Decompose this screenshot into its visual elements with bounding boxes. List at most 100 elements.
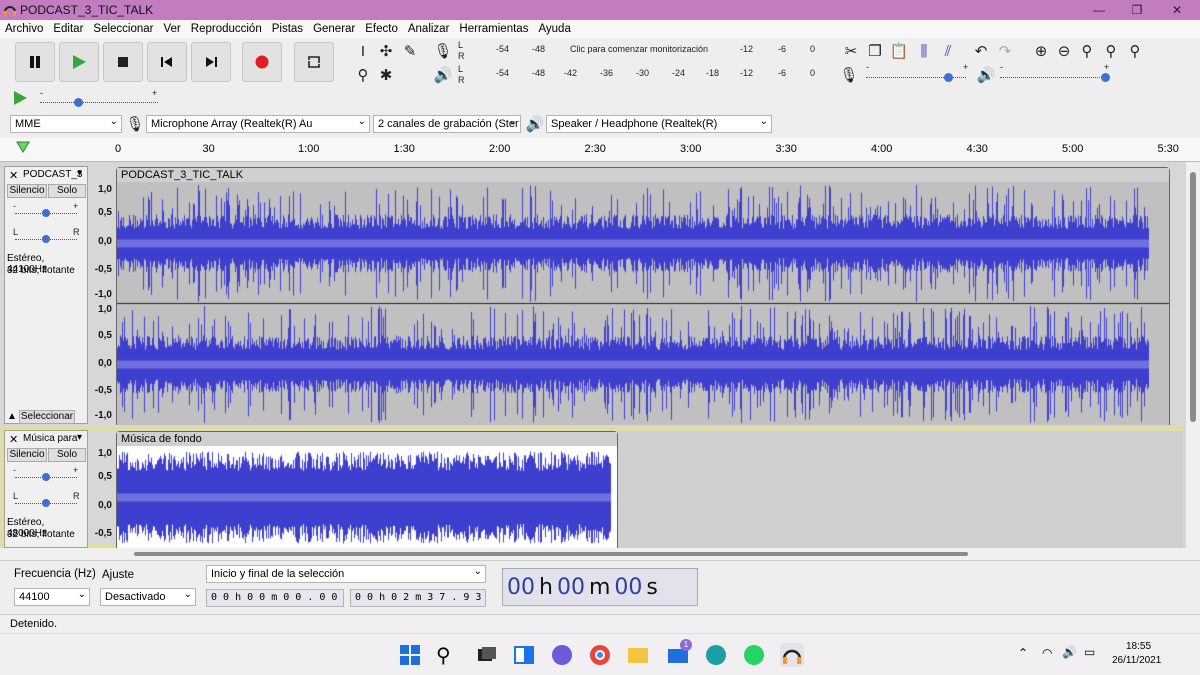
paste-icon[interactable]: 📋 bbox=[888, 40, 910, 62]
zoom-toggle-icon[interactable]: ⚲ bbox=[1124, 40, 1146, 62]
selection-mode-select[interactable]: Inicio y final de la selección ⌄ bbox=[206, 565, 486, 583]
menu-pistas[interactable]: Pistas bbox=[267, 23, 308, 35]
timeline-options-icon[interactable] bbox=[16, 141, 30, 156]
menu-ayuda[interactable]: Ayuda bbox=[533, 23, 575, 35]
fit-selection-icon[interactable]: ⚲ bbox=[1076, 40, 1098, 62]
collapse-icon[interactable]: ▲ bbox=[7, 411, 17, 422]
track-close-icon[interactable]: ✕ bbox=[9, 433, 18, 446]
selection-start-field[interactable]: 0 0 h 0 0 m 0 0 . 0 0 0 s bbox=[206, 589, 344, 607]
cut-icon[interactable]: ✂ bbox=[840, 40, 862, 62]
music-clip[interactable]: Música de fondo bbox=[116, 431, 618, 548]
track-name-menu[interactable]: PODCAST_3 bbox=[23, 169, 82, 180]
channels-select[interactable]: 2 canales de grabación (Ster ⌄ bbox=[373, 115, 521, 133]
pan-thumb[interactable] bbox=[42, 235, 50, 243]
gain-thumb[interactable] bbox=[42, 473, 50, 481]
selection-tool-icon[interactable]: I bbox=[352, 40, 374, 62]
horizontal-scroll-thumb[interactable] bbox=[134, 552, 968, 556]
battery-icon[interactable]: ▭ bbox=[1084, 645, 1095, 659]
music-waveform[interactable] bbox=[117, 447, 617, 548]
chevron-up-icon[interactable]: ⌃ bbox=[1018, 646, 1028, 660]
taskbar-time[interactable]: 18:55 bbox=[1126, 641, 1151, 652]
multi-tool-icon[interactable]: ✱ bbox=[375, 64, 397, 86]
gain-thumb[interactable] bbox=[42, 209, 50, 217]
copy-icon[interactable]: ❐ bbox=[864, 40, 886, 62]
search-icon[interactable]: ⚲ bbox=[436, 643, 460, 667]
skip-end-button[interactable] bbox=[191, 42, 231, 82]
whatsapp-icon[interactable] bbox=[742, 643, 766, 667]
stop-button[interactable] bbox=[103, 42, 143, 82]
undo-icon[interactable]: ↶ bbox=[970, 40, 992, 62]
zoom-tool-icon[interactable]: ⚲ bbox=[352, 64, 374, 86]
play-at-speed-button[interactable] bbox=[12, 90, 28, 109]
play-speed-slider[interactable] bbox=[40, 102, 158, 103]
record-meter[interactable]: -54 -48 Clic para comenzar monitorizació… bbox=[466, 43, 822, 59]
vertical-scrollbar[interactable] bbox=[1187, 162, 1200, 548]
track-menu-arrow-icon[interactable]: ▾ bbox=[77, 432, 82, 443]
track-2-vertical-scale[interactable]: 1,0 0,5 0,0 -0,5 bbox=[89, 444, 116, 548]
podcast-clip[interactable]: PODCAST_3_TIC_TALK bbox=[116, 167, 1170, 425]
select-track-button[interactable]: Seleccionar bbox=[19, 410, 75, 424]
loop-button[interactable] bbox=[294, 42, 334, 82]
podcast-waveform[interactable] bbox=[117, 183, 1169, 425]
track-close-icon[interactable]: ✕ bbox=[9, 169, 18, 182]
close-button[interactable]: ✕ bbox=[1160, 0, 1194, 20]
chrome-icon[interactable] bbox=[588, 643, 612, 667]
timeline-ruler[interactable]: 0 30 1:00 1:30 2:00 2:30 3:00 3:30 4:00 4:30 5:00 5… bbox=[0, 138, 1200, 162]
selection-end-field[interactable]: 0 0 h 0 2 m 3 7 . 9 3 3 s bbox=[350, 589, 486, 607]
recording-volume-thumb[interactable] bbox=[944, 73, 953, 82]
menu-editar[interactable]: Editar bbox=[48, 23, 88, 35]
windows-start-icon[interactable] bbox=[398, 643, 422, 667]
snap-select[interactable]: Desactivado ⌄ bbox=[100, 588, 196, 606]
playback-meter[interactable]: -54 -48 -42 -36 -30 -24 -18 -12 -6 0 bbox=[466, 67, 822, 83]
menu-seleccionar[interactable]: Seleccionar bbox=[88, 23, 158, 35]
playback-volume-thumb[interactable] bbox=[1101, 73, 1110, 82]
menu-herramientas[interactable]: Herramientas bbox=[454, 23, 533, 35]
audio-host-select[interactable]: MME ⌄ bbox=[10, 115, 122, 133]
edge-icon[interactable] bbox=[704, 643, 728, 667]
playback-volume-slider[interactable] bbox=[1000, 77, 1108, 78]
fit-project-icon[interactable]: ⚲ bbox=[1100, 40, 1122, 62]
play-speed-thumb[interactable] bbox=[74, 98, 83, 107]
silence-icon[interactable]: ⫽ bbox=[937, 40, 959, 62]
recording-device-select[interactable]: Microphone Array (Realtek(R) Au ⌄ bbox=[146, 115, 370, 133]
menu-efecto[interactable]: Efecto bbox=[360, 23, 403, 35]
envelope-tool-icon[interactable]: ✣ bbox=[375, 40, 397, 62]
record-button[interactable] bbox=[242, 42, 282, 82]
solo-button[interactable]: Solo bbox=[48, 448, 86, 462]
record-meter-mic-icon[interactable]: 🎙 bbox=[432, 40, 454, 62]
track-name-menu[interactable]: Música para bbox=[23, 433, 77, 444]
playback-device-select[interactable]: Speaker / Headphone (Realtek(R) ⌄ bbox=[546, 115, 772, 133]
zoom-out-icon[interactable]: ⊖ bbox=[1053, 40, 1075, 62]
menu-generar[interactable]: Generar bbox=[308, 23, 360, 35]
trim-icon[interactable]: ⫼ bbox=[913, 40, 935, 62]
play-button[interactable] bbox=[59, 42, 99, 82]
menu-reproduccion[interactable]: Reproducción bbox=[186, 23, 267, 35]
pan-thumb[interactable] bbox=[42, 499, 50, 507]
project-rate-select[interactable]: 44100 ⌄ bbox=[14, 588, 90, 606]
empty-track-space[interactable] bbox=[618, 431, 1183, 548]
clip-header[interactable]: PODCAST_3_TIC_TALK bbox=[117, 168, 1169, 182]
audacity-taskbar-icon[interactable] bbox=[780, 643, 804, 667]
clip-header[interactable]: Música de fondo bbox=[117, 432, 617, 446]
file-explorer-icon[interactable] bbox=[626, 643, 650, 667]
draw-tool-icon[interactable]: ✎ bbox=[399, 40, 421, 62]
track-menu-arrow-icon[interactable]: ▾ bbox=[77, 168, 82, 179]
widgets-icon[interactable] bbox=[512, 643, 536, 667]
restore-button[interactable]: ❐ bbox=[1120, 0, 1154, 20]
redo-icon[interactable]: ↷ bbox=[994, 40, 1016, 62]
taskbar-date[interactable]: 26/11/2021 bbox=[1112, 655, 1161, 666]
chat-icon[interactable] bbox=[550, 643, 574, 667]
vertical-scroll-thumb[interactable] bbox=[1190, 172, 1196, 422]
mute-button[interactable]: Silencio bbox=[7, 184, 47, 198]
skip-start-button[interactable] bbox=[147, 42, 187, 82]
zoom-in-icon[interactable]: ⊕ bbox=[1030, 40, 1052, 62]
mute-button[interactable]: Silencio bbox=[7, 448, 47, 462]
time-display[interactable]: 00 h 00 m 00 s bbox=[502, 568, 698, 606]
pause-button[interactable] bbox=[15, 42, 55, 82]
menu-archivo[interactable]: Archivo bbox=[0, 23, 48, 35]
menu-analizar[interactable]: Analizar bbox=[403, 23, 455, 35]
horizontal-scrollbar[interactable] bbox=[0, 548, 1200, 560]
track-1-vertical-scale[interactable]: 1,0 0,5 0,0 -0,5 -1,0 1,0 0,5 0,0 -0,5 -… bbox=[89, 180, 116, 425]
playback-meter-speaker-icon[interactable]: 🔊 bbox=[432, 64, 454, 86]
minimize-button[interactable]: — bbox=[1082, 0, 1116, 20]
